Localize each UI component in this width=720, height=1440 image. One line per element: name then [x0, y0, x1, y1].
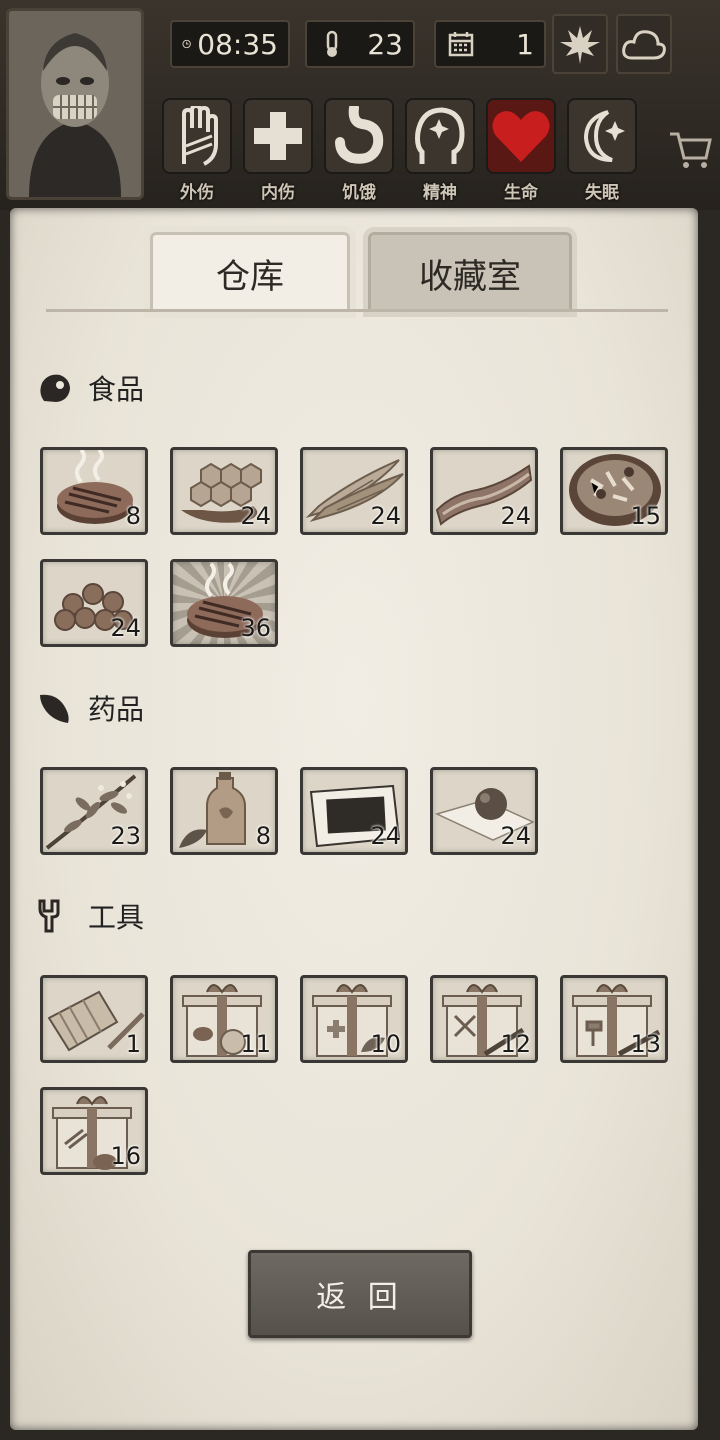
leaf-icon: [560, 26, 600, 64]
status-label-internal-injury: 内伤: [261, 183, 295, 203]
status-label-hunger: 饥饿: [342, 183, 376, 203]
clock-display: 08:35: [170, 20, 290, 68]
tab-warehouse[interactable]: 仓库: [144, 226, 356, 318]
item-count: 8: [125, 502, 141, 530]
item-count: 11: [240, 1030, 271, 1058]
day-display: 1: [434, 20, 546, 68]
section-medicine-label: 药品: [88, 693, 145, 726]
temperature-display: 23: [305, 20, 415, 68]
status-label-health: 生命: [504, 183, 538, 203]
tab-collection[interactable]: 收藏室: [363, 227, 577, 317]
item-medicine-bottle[interactable]: 8: [170, 767, 278, 855]
survivor-portrait-icon: [9, 11, 141, 197]
head-icon: [415, 107, 465, 164]
item-count: 10: [370, 1030, 401, 1058]
section-food-label: 食品: [88, 373, 145, 406]
cloud-icon: [622, 30, 666, 60]
item-weapon-gift-box[interactable]: 12: [430, 975, 538, 1063]
item-count: 15: [630, 502, 661, 530]
status-hunger[interactable]: [324, 98, 394, 174]
item-tool-gift-box[interactable]: 13: [560, 975, 668, 1063]
stomach-icon: [335, 106, 384, 164]
section-tools-label: 工具: [88, 901, 145, 934]
status-health[interactable]: [486, 98, 556, 174]
cross-icon: [254, 112, 302, 160]
item-material-gift-box[interactable]: 16: [40, 1087, 148, 1175]
item-count: 36: [240, 614, 271, 642]
status-label-insomnia: 失眠: [585, 183, 619, 203]
item-count: 16: [110, 1142, 141, 1170]
section-food-title: 食品: [38, 366, 144, 410]
back-button[interactable]: 返 回: [248, 1250, 472, 1338]
item-medical-gift-box[interactable]: 10: [300, 975, 408, 1063]
item-honeycomb[interactable]: 24: [170, 447, 278, 535]
herb-leaf-icon: [40, 694, 69, 723]
thermometer-icon: [326, 30, 338, 57]
item-count: 24: [110, 614, 141, 642]
item-count: 23: [110, 822, 141, 850]
calendar-icon: [448, 32, 474, 57]
item-stew-bowl[interactable]: 15: [560, 447, 668, 535]
item-grilled-steak-rare[interactable]: 36: [170, 559, 278, 647]
item-potatoes[interactable]: 24: [40, 559, 148, 647]
item-herbs[interactable]: 23: [40, 767, 148, 855]
status-label-external-injury: 外伤: [180, 183, 214, 203]
item-count: 12: [500, 1030, 531, 1058]
status-label-spirit: 精神: [423, 183, 457, 203]
item-grilled-steak[interactable]: 8: [40, 447, 148, 535]
clock-icon: [182, 39, 191, 49]
wrench-icon: [38, 899, 60, 933]
section-medicine-title: 药品: [38, 686, 144, 730]
heart-icon: [492, 111, 550, 162]
hand-icon: [182, 106, 218, 166]
status-spirit[interactable]: [405, 98, 475, 174]
status-external-injury[interactable]: [162, 98, 232, 174]
status-insomnia[interactable]: [567, 98, 637, 174]
item-flashlight[interactable]: 1: [40, 975, 148, 1063]
item-count: 13: [630, 1030, 661, 1058]
temperature-value: 23: [367, 27, 403, 61]
item-count: 1: [125, 1030, 141, 1058]
item-bacon[interactable]: 24: [430, 447, 538, 535]
item-count: 24: [370, 822, 401, 850]
moon-icon: [583, 110, 625, 162]
tab-divider: [46, 309, 668, 312]
item-plaster[interactable]: 24: [300, 767, 408, 855]
section-tools-title: 工具: [38, 894, 144, 938]
meat-icon: [40, 374, 70, 402]
day-value: 1: [516, 27, 534, 61]
item-dried-fish[interactable]: 24: [300, 447, 408, 535]
shop-cart-icon[interactable]: [668, 130, 712, 170]
season-indicator[interactable]: [552, 14, 608, 74]
item-pill[interactable]: 24: [430, 767, 538, 855]
item-food-gift-box[interactable]: 11: [170, 975, 278, 1063]
item-count: 24: [240, 502, 271, 530]
item-count: 24: [500, 502, 531, 530]
time-value: 08:35: [197, 27, 278, 61]
item-count: 24: [500, 822, 531, 850]
weather-indicator[interactable]: [616, 14, 672, 74]
item-count: 8: [255, 822, 271, 850]
item-count: 24: [370, 502, 401, 530]
status-internal-injury[interactable]: [243, 98, 313, 174]
character-avatar[interactable]: [6, 8, 144, 200]
